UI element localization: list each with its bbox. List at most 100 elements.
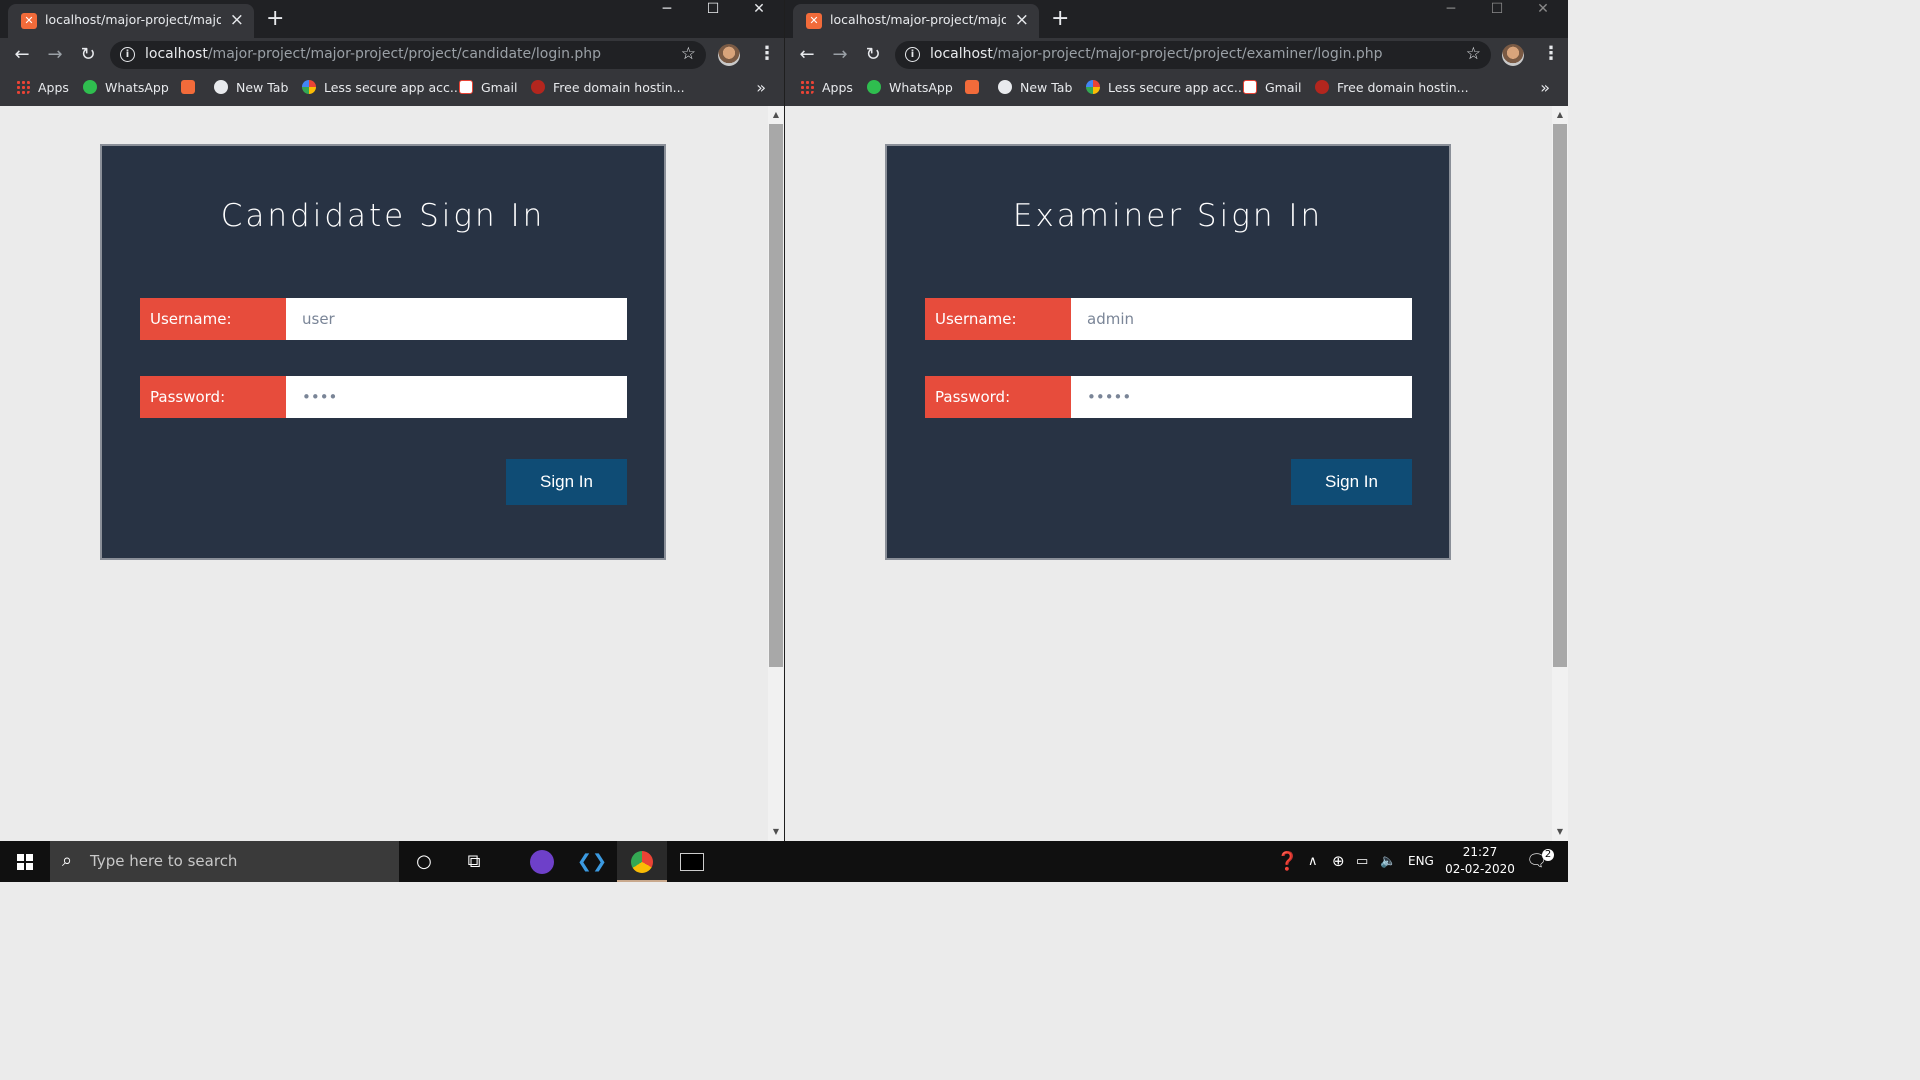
kebab-menu-icon[interactable]: ⋮ [758,43,776,64]
password-input[interactable] [1071,376,1412,418]
back-arrow-icon[interactable]: ← [794,42,820,68]
reload-icon[interactable]: ↻ [75,42,101,68]
sign-in-button[interactable]: Sign In [1291,459,1412,505]
maximize-button[interactable]: ☐ [1474,0,1520,20]
google-icon [302,80,316,94]
taskbar-search[interactable]: ⌕ Type here to search [50,841,399,882]
bookmark-gmail[interactable]: Gmail [459,80,517,98]
bookmark-free-domain[interactable]: Free domain hostin... [531,80,685,98]
scrollbar[interactable]: ▲ ▼ [768,106,784,841]
bookmark-whatsapp[interactable]: WhatsApp [867,80,953,98]
chrome-icon[interactable] [617,841,667,882]
help-icon[interactable]: ❓ [1276,841,1298,882]
kebab-menu-icon[interactable]: ⋮ [1542,43,1560,64]
info-icon[interactable]: i [120,47,135,62]
hosting-icon [531,80,545,94]
github-desktop-icon[interactable] [517,841,567,882]
back-arrow-icon[interactable]: ← [9,42,35,68]
username-input[interactable] [286,298,627,340]
url-text[interactable]: localhost/major-project/major-project/pr… [930,46,1383,62]
page-title: Candidate Sign In [220,198,546,234]
terminal-icon[interactable] [667,841,717,882]
sign-in-button[interactable]: Sign In [506,459,627,505]
battery-icon[interactable]: ▭ [1356,841,1368,882]
browser-window-examiner: ✕ localhost/major-project/major-project … [785,0,1568,841]
username-row: Username: [925,298,1412,340]
password-input[interactable] [286,376,627,418]
gmail-icon [1243,80,1257,94]
search-placeholder: Type here to search [90,852,238,870]
password-row: Password: [140,376,627,418]
url-text[interactable]: localhost/major-project/major-project/pr… [145,46,601,62]
minimize-button[interactable]: ─ [644,0,690,20]
scrollbar[interactable]: ▲ ▼ [1552,106,1568,841]
apps-grid-icon [16,80,30,94]
bookmark-xampp[interactable] [181,80,203,98]
more-bookmarks-icon[interactable]: » [1540,78,1550,97]
scroll-down-icon[interactable]: ▼ [1552,825,1568,839]
tab-strip: ✕ localhost/major-project/major-project … [0,0,784,38]
bookmark-new-tab[interactable]: New Tab [214,80,288,98]
browser-toolbar: ← → ↻ i localhost/major-project/major-pr… [0,38,784,72]
new-tab-button[interactable]: + [1051,6,1069,31]
username-label: Username: [140,298,296,340]
bookmark-less-secure[interactable]: Less secure app acc... [1086,80,1246,98]
page-content: Candidate Sign In Username: Password: Si… [0,106,784,841]
vscode-icon[interactable]: ❮❯ [567,841,617,882]
scroll-thumb[interactable] [769,124,783,667]
notifications-icon[interactable]: 🗨 [1526,841,1548,882]
bookmark-apps[interactable]: Apps [16,80,69,98]
tab-title: localhost/major-project/major-project [45,12,221,27]
profile-avatar[interactable] [718,44,740,66]
network-globe-icon[interactable]: ⊕ [1332,841,1345,882]
bookmark-free-domain[interactable]: Free domain hostin... [1315,80,1469,98]
close-tab-icon[interactable]: × [1015,10,1029,30]
system-clock[interactable]: 21:27 02-02-2020 [1440,844,1520,878]
cortana-icon[interactable]: ○ [399,841,449,882]
google-icon [1086,80,1100,94]
forward-arrow-icon[interactable]: → [42,42,68,68]
bookmark-gmail[interactable]: Gmail [1243,80,1301,98]
close-window-button[interactable]: ✕ [1520,0,1566,20]
username-label: Username: [925,298,1081,340]
new-tab-button[interactable]: + [266,6,284,31]
whatsapp-icon [83,80,97,94]
language-indicator[interactable]: ENG [1408,841,1434,882]
more-bookmarks-icon[interactable]: » [756,78,766,97]
gmail-icon [459,80,473,94]
close-window-button[interactable]: ✕ [736,0,782,20]
bookmark-new-tab[interactable]: New Tab [998,80,1072,98]
apps-grid-icon [800,80,814,94]
minimize-button[interactable]: ─ [1428,0,1474,20]
start-button[interactable] [0,841,50,882]
address-bar[interactable]: i localhost/major-project/major-project/… [895,41,1491,69]
bookmark-whatsapp[interactable]: WhatsApp [83,80,169,98]
show-hidden-icons-chevron-up-icon[interactable]: ∧ [1308,841,1318,882]
scroll-thumb[interactable] [1553,124,1567,667]
close-tab-icon[interactable]: × [230,10,244,30]
info-icon[interactable]: i [905,47,920,62]
browser-tab[interactable]: ✕ localhost/major-project/major-project … [793,4,1039,38]
bookmark-star-icon[interactable]: ☆ [1466,44,1481,64]
address-bar[interactable]: i localhost/major-project/major-project/… [110,41,706,69]
username-input[interactable] [1071,298,1412,340]
bookmark-star-icon[interactable]: ☆ [681,44,696,64]
forward-arrow-icon[interactable]: → [827,42,853,68]
browser-tab[interactable]: ✕ localhost/major-project/major-project … [8,4,254,38]
scroll-down-icon[interactable]: ▼ [768,825,784,839]
volume-icon[interactable]: 🔈 [1380,841,1396,882]
task-view-icon[interactable]: ⧉ [449,841,499,882]
hosting-icon [1315,80,1329,94]
scroll-up-icon[interactable]: ▲ [768,108,784,122]
bookmark-apps[interactable]: Apps [800,80,853,98]
username-row: Username: [140,298,627,340]
bookmark-less-secure[interactable]: Less secure app acc... [302,80,462,98]
maximize-button[interactable]: ☐ [690,0,736,20]
windows-logo-icon [17,854,33,870]
profile-avatar[interactable] [1502,44,1524,66]
reload-icon[interactable]: ↻ [860,42,886,68]
password-label: Password: [140,376,296,418]
password-row: Password: [925,376,1412,418]
scroll-up-icon[interactable]: ▲ [1552,108,1568,122]
bookmark-xampp[interactable] [965,80,987,98]
